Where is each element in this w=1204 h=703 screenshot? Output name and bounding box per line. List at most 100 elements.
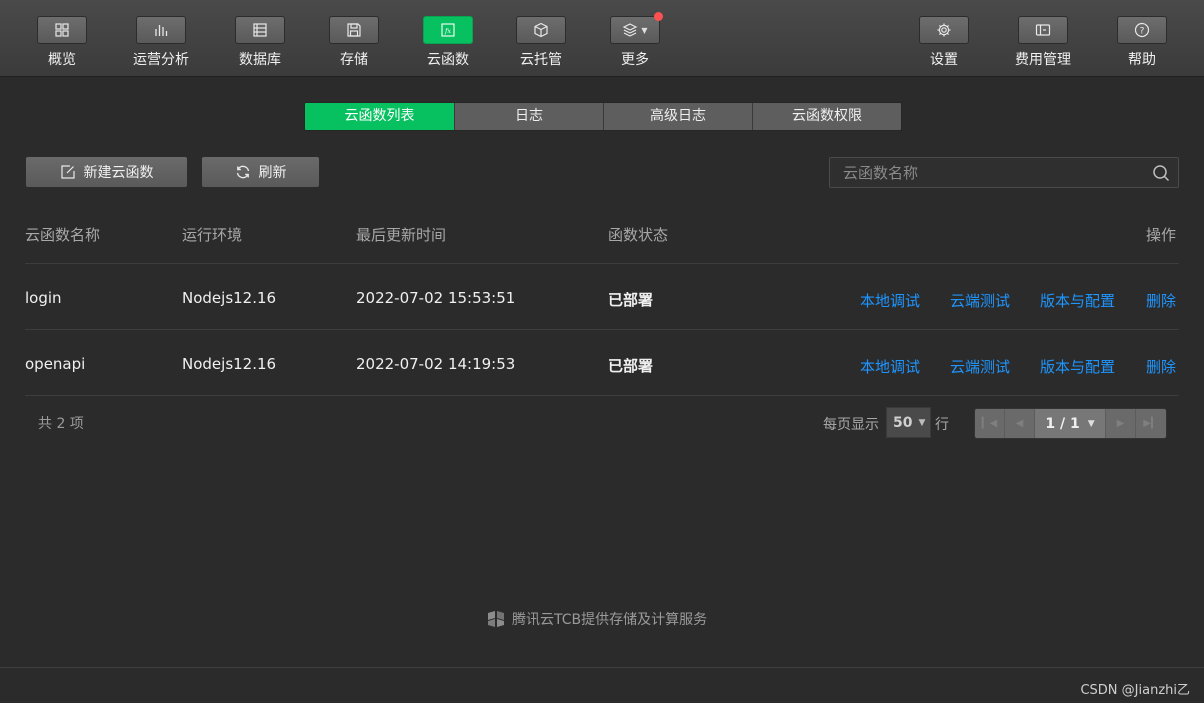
watermark: CSDN @Jianzhi乙 — [1080, 683, 1190, 698]
toolbar-item-analytics[interactable]: 运营分析 — [116, 16, 206, 69]
divider — [25, 329, 1179, 330]
local-debug-link[interactable]: 本地调试 — [860, 356, 920, 377]
per-page-label: 每页显示 — [823, 417, 879, 433]
header-updated: 最后更新时间 — [356, 226, 447, 244]
header-runtime: 运行环境 — [182, 226, 243, 244]
per-page-value: 50 — [893, 414, 913, 431]
toolbar-item-cloud-hosting[interactable]: 云托管 — [496, 16, 586, 69]
local-debug-link[interactable]: 本地调试 — [860, 290, 920, 311]
page-indicator: 1 / 1 — [1045, 415, 1080, 432]
toolbar-item-overview[interactable]: 概览 — [17, 16, 107, 69]
toolbar-label: 云托管 — [520, 52, 562, 68]
toolbar-item-database[interactable]: 数据库 — [215, 16, 305, 69]
toolbar-item-billing[interactable]: 费用管理 — [998, 16, 1088, 69]
overview-icon — [55, 23, 69, 37]
function-status: 已部署 — [608, 291, 654, 309]
billing-button[interactable] — [1018, 16, 1068, 44]
toolbar-item-help[interactable]: ? 帮助 — [1097, 16, 1187, 69]
total-count: 共 2 项 — [38, 416, 84, 432]
cloud-hosting-button[interactable] — [516, 16, 566, 44]
function-runtime: Nodejs12.16 — [182, 289, 277, 307]
toolbar-label: 费用管理 — [1015, 52, 1071, 68]
prev-page-icon: ◀ — [1015, 418, 1024, 429]
refresh-label: 刷新 — [258, 165, 287, 181]
toolbar-item-cloud-function[interactable]: fx 云函数 — [403, 16, 493, 69]
database-icon — [253, 23, 267, 37]
storage-icon — [347, 23, 361, 37]
toolbar-item-storage[interactable]: 存储 — [309, 16, 399, 69]
last-page-button[interactable]: ▶▎ — [1136, 409, 1166, 438]
storage-button[interactable] — [329, 16, 379, 44]
divider — [25, 395, 1179, 396]
divider — [0, 667, 1204, 668]
refresh-button[interactable]: 刷新 — [201, 156, 320, 188]
function-updated: 2022-07-02 15:53:51 — [356, 289, 516, 307]
header-name: 云函数名称 — [25, 226, 101, 244]
function-runtime: Nodejs12.16 — [182, 355, 277, 373]
last-page-icon: ▶▎ — [1143, 418, 1159, 429]
toolbar-label: 概览 — [48, 52, 76, 68]
database-button[interactable] — [235, 16, 285, 44]
function-status: 已部署 — [608, 357, 654, 375]
function-updated: 2022-07-02 14:19:53 — [356, 355, 516, 373]
toolbar-item-settings[interactable]: 设置 — [899, 16, 989, 69]
new-function-label: 新建云函数 — [83, 165, 154, 181]
overview-button[interactable] — [37, 16, 87, 44]
toolbar-label: 帮助 — [1128, 52, 1156, 68]
search-box — [829, 157, 1179, 188]
cloud-function-button[interactable]: fx — [423, 16, 473, 44]
search-icon[interactable] — [1152, 164, 1170, 182]
tab-function-permissions[interactable]: 云函数权限 — [752, 103, 901, 130]
wallet-icon — [1035, 24, 1051, 36]
settings-button[interactable] — [919, 16, 969, 44]
next-page-button[interactable]: ▶ — [1106, 409, 1136, 438]
cloud-test-link[interactable]: 云端测试 — [950, 356, 1010, 377]
toolbar-label: 数据库 — [239, 52, 281, 68]
page-select[interactable]: 1 / 1 ▼ — [1035, 409, 1106, 438]
first-page-button[interactable]: ▎◀ — [975, 409, 1005, 438]
function-name: login — [25, 289, 62, 307]
search-input[interactable] — [830, 158, 1130, 187]
version-config-link[interactable]: 版本与配置 — [1040, 356, 1115, 377]
help-icon: ? — [1134, 22, 1150, 38]
next-page-icon: ▶ — [1116, 418, 1125, 429]
row-label: 行 — [935, 417, 949, 433]
header-status: 函数状态 — [608, 226, 669, 244]
service-footer: 腾讯云TCB提供存储及计算服务 — [486, 609, 707, 629]
tab-advanced-logs[interactable]: 高级日志 — [603, 103, 752, 130]
delete-link[interactable]: 删除 — [1146, 290, 1176, 311]
analytics-icon — [155, 25, 168, 36]
toolbar-label: 存储 — [340, 52, 368, 68]
pager: ▎◀ ◀ 1 / 1 ▼ ▶ ▶▎ — [974, 408, 1167, 439]
refresh-icon — [236, 165, 249, 179]
prev-page-button[interactable]: ◀ — [1005, 409, 1035, 438]
notification-dot — [654, 12, 663, 21]
svg-text:fx: fx — [444, 27, 451, 35]
per-page-select[interactable]: 50 ▼ — [886, 407, 931, 438]
toolbar-item-more[interactable]: ▼ 更多 — [590, 12, 680, 69]
more-button[interactable]: ▼ — [610, 12, 663, 44]
tab-logs[interactable]: 日志 — [454, 103, 603, 130]
toolbar-label: 设置 — [930, 52, 958, 68]
analytics-button[interactable] — [136, 16, 186, 44]
chevron-down-icon: ▼ — [641, 25, 648, 35]
version-config-link[interactable]: 版本与配置 — [1040, 290, 1115, 311]
svg-text:?: ? — [1140, 27, 1145, 37]
toolbar-label: 更多 — [621, 52, 649, 68]
help-button[interactable]: ? — [1117, 16, 1167, 44]
first-page-icon: ▎◀ — [981, 418, 998, 429]
top-toolbar: 概览 运营分析 数据库 存储 fx 云函数 云托管 ▼ 更多 设置 费用管理 ?… — [0, 0, 1204, 77]
toolbar-label: 运营分析 — [133, 52, 189, 68]
function-name: openapi — [25, 355, 86, 373]
new-function-button[interactable]: 新建云函数 — [25, 156, 188, 188]
header-actions: 操作 — [1146, 226, 1177, 244]
cloud-test-link[interactable]: 云端测试 — [950, 290, 1010, 311]
chevron-down-icon: ▼ — [918, 417, 926, 428]
tab-function-list[interactable]: 云函数列表 — [305, 103, 454, 130]
footer-text: 腾讯云TCB提供存储及计算服务 — [512, 612, 708, 628]
function-tabs: 云函数列表 日志 高级日志 云函数权限 — [304, 102, 902, 131]
divider — [25, 263, 1179, 264]
chevron-down-icon: ▼ — [1087, 418, 1095, 429]
edit-icon — [60, 165, 75, 179]
delete-link[interactable]: 删除 — [1146, 356, 1176, 377]
